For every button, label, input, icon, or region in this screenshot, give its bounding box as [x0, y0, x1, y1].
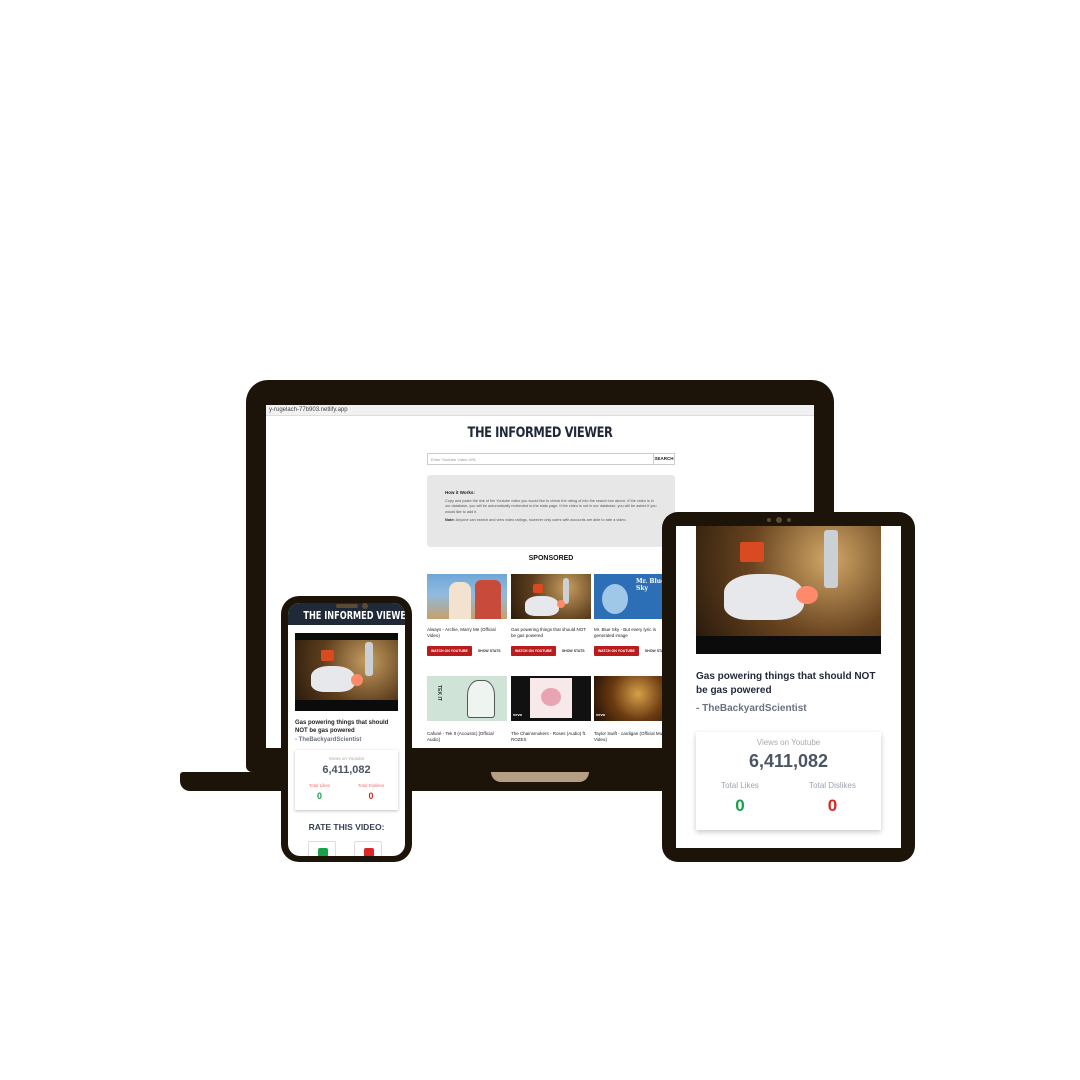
laptop-notch [491, 772, 589, 782]
watch-on-youtube-button[interactable]: WATCH ON YOUTUBE [511, 646, 556, 656]
watch-on-youtube-button[interactable]: WATCH ON YOUTUBE [594, 646, 639, 656]
device-mockup: y-rugelach-77b903.netlify.app THE INFORM… [0, 0, 1080, 1080]
channel-name[interactable]: - TheBackyardScientist [696, 703, 807, 714]
search-button[interactable]: SEARCH [653, 453, 675, 465]
card-title: Gas powering things that should NOT be g… [511, 627, 586, 638]
stats-card: Views on Youtube 6,411,082 Total Likes 0 … [295, 750, 398, 810]
views-label: Views on Youtube [756, 738, 821, 747]
how-it-works-box: How it Works: Copy and paste the link of… [427, 475, 675, 547]
dislikes-label: Total Dislikes [809, 781, 856, 790]
card-title: Always - Archie, Marry Me (Official Vide… [427, 627, 496, 638]
thumbs-up-icon [318, 848, 328, 856]
note-label: Note: [445, 518, 455, 523]
card-title: The Chainsmokers - Roses (Audio) ft. ROZ… [511, 731, 587, 742]
video-thumbnail[interactable] [427, 574, 507, 619]
phone-screen: THE INFORMED VIEWER Gas powering things … [288, 603, 405, 856]
likes-count: 0 [316, 791, 322, 801]
sponsored-heading: SPONSORED [528, 555, 574, 562]
watch-on-youtube-button[interactable]: WATCH ON YOUTUBE [427, 646, 472, 656]
views-label: Views on Youtube [328, 756, 365, 761]
card-title: Cafuné - Tek It (Acoustic) [Official Aud… [427, 731, 494, 742]
like-button[interactable] [308, 841, 336, 856]
sponsored-card[interactable]: vevo The Chainsmokers - Roses (Audio) ft… [511, 676, 591, 743]
tablet-screen: Gas powering things that should NOT be g… [676, 526, 901, 848]
dislikes-count: 0 [368, 791, 374, 801]
dislikes-count: 0 [827, 796, 838, 815]
rate-heading: RATE THIS VIDEO: [308, 822, 385, 832]
video-player[interactable] [295, 633, 398, 711]
how-it-works-note: Note: Anyone can search and view video r… [445, 518, 657, 523]
show-stats-button[interactable]: SHOW STATS [562, 649, 585, 653]
phone-speaker [336, 604, 358, 608]
sponsored-card[interactable]: Gas powering things that should NOT be g… [511, 574, 591, 656]
video-player[interactable] [696, 526, 881, 654]
show-stats-button[interactable]: SHOW STATS [478, 649, 501, 653]
video-title: Gas powering things that should NOT be g… [295, 720, 389, 734]
tablet-camera [776, 517, 782, 523]
video-thumbnail[interactable]: TEK IT [427, 676, 507, 721]
likes-label: Total Likes [721, 781, 759, 790]
tablet-sensor [767, 518, 771, 522]
sponsored-card[interactable]: TEK IT Cafuné - Tek It (Acoustic) [Offic… [427, 676, 507, 743]
video-thumbnail[interactable]: vevo [511, 676, 591, 721]
search-input[interactable]: Enter Youtube Video URL [427, 453, 653, 465]
likes-count: 0 [735, 796, 745, 815]
views-count: 6,411,082 [748, 751, 829, 771]
tablet-sensor [787, 518, 791, 522]
stats-card: Views on Youtube 6,411,082 Total Likes 0 … [696, 732, 881, 830]
note-text: Anyone can search and view video ratings… [455, 518, 627, 523]
search-bar: Enter Youtube Video URL SEARCH [427, 453, 675, 465]
how-it-works-heading: How it Works: [445, 490, 475, 495]
dislike-button[interactable] [354, 841, 382, 856]
likes-label: Total Likes [308, 783, 331, 788]
browser-url-bar[interactable]: y-rugelach-77b903.netlify.app [266, 405, 814, 416]
how-it-works-text: Copy and paste the link of the Youtube v… [445, 499, 657, 514]
sponsored-card[interactable]: Always - Archie, Marry Me (Official Vide… [427, 574, 507, 656]
video-thumbnail[interactable] [511, 574, 591, 619]
dislikes-label: Total Dislikes [357, 783, 385, 788]
views-count: 6,411,082 [322, 764, 371, 776]
video-title: Gas powering things that should NOT be g… [696, 671, 876, 696]
thumbs-down-icon [364, 848, 374, 856]
site-title[interactable]: THE INFORMED VIEWER [315, 425, 764, 441]
channel-name[interactable]: - TheBackyardScientist [295, 737, 361, 743]
phone-camera [362, 603, 368, 609]
